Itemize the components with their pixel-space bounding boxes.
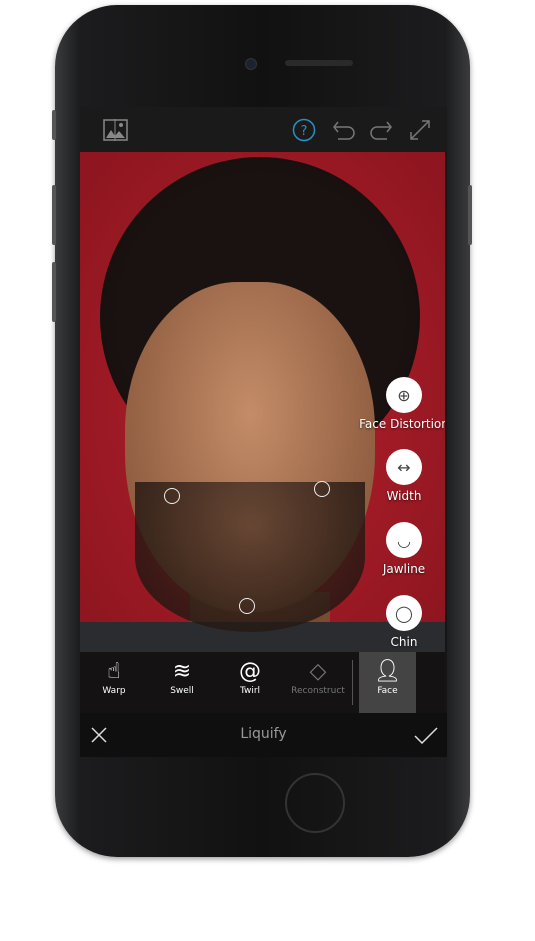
face-handle-left-cheek[interactable] [164,488,180,504]
warp-hand-icon: ☝ [107,659,121,684]
face-option-chin[interactable]: ◯ Chin [354,595,445,649]
face-handle-right-cheek[interactable] [314,481,330,497]
tool-label: Swell [170,686,194,696]
chin-icon: ◯ [386,595,422,631]
volume-down-button [52,262,56,322]
swell-icon: ≋ [172,659,192,684]
earpiece-speaker [285,60,353,66]
tool-face[interactable]: 👤︎ Face [359,652,416,713]
face-option-label: Jawline [382,562,426,576]
face-handle-chin[interactable] [239,598,255,614]
face-icon: 👤︎ [373,659,402,684]
globe-grid-icon: ⊕ [386,377,422,413]
tool-twirl[interactable]: @ Twirl [216,652,284,713]
face-option-label: Chin [390,635,418,649]
top-toolbar: ? [80,107,447,152]
face-option-face-distortion[interactable]: ⊕ Face Distortion [354,377,445,431]
face-option-width[interactable]: ↔ Width [354,449,445,503]
twirl-icon: @ [239,659,261,684]
tool-label: Reconstruct [291,686,345,696]
bottom-bar: Liquify [80,713,447,757]
help-icon[interactable]: ? [292,118,316,142]
screen-title: Liquify [240,726,287,742]
tool-divider [352,660,353,705]
volume-up-button [52,185,56,245]
compare-icon[interactable] [103,119,128,141]
tool-label: Warp [102,686,126,696]
tool-reconstruct[interactable]: ◇ Reconstruct [284,652,352,713]
eraser-icon: ◇ [309,659,327,684]
home-button[interactable] [285,773,345,833]
app-screen: ? ⊕ Face Distortion ↔ Width ◡ Jawline ◯ … [80,107,447,757]
undo-icon[interactable] [332,119,356,141]
fullscreen-icon[interactable] [409,119,431,141]
power-button [468,185,472,245]
redo-icon[interactable] [369,119,393,141]
face-option-label: Face Distortion [359,417,445,431]
svg-text:?: ? [301,124,308,139]
tool-swell[interactable]: ≋ Swell [148,652,216,713]
mute-switch [52,110,56,140]
liquify-tools: ☝ Warp ≋ Swell @ Twirl ◇ Reconstruct 👤︎ Face [80,652,445,713]
face-option-jawline[interactable]: ◡ Jawline [354,522,445,576]
tool-label: Face [377,686,398,696]
tool-warp[interactable]: ☝ Warp [80,652,148,713]
face-option-label: Width [386,489,422,503]
check-icon[interactable] [414,727,438,744]
front-camera [245,58,257,70]
tool-label: Twirl [239,686,261,696]
width-arrows-icon: ↔ [386,449,422,485]
photo-canvas[interactable]: ⊕ Face Distortion ↔ Width ◡ Jawline ◯ Ch… [80,152,445,652]
jawline-icon: ◡ [386,522,422,558]
